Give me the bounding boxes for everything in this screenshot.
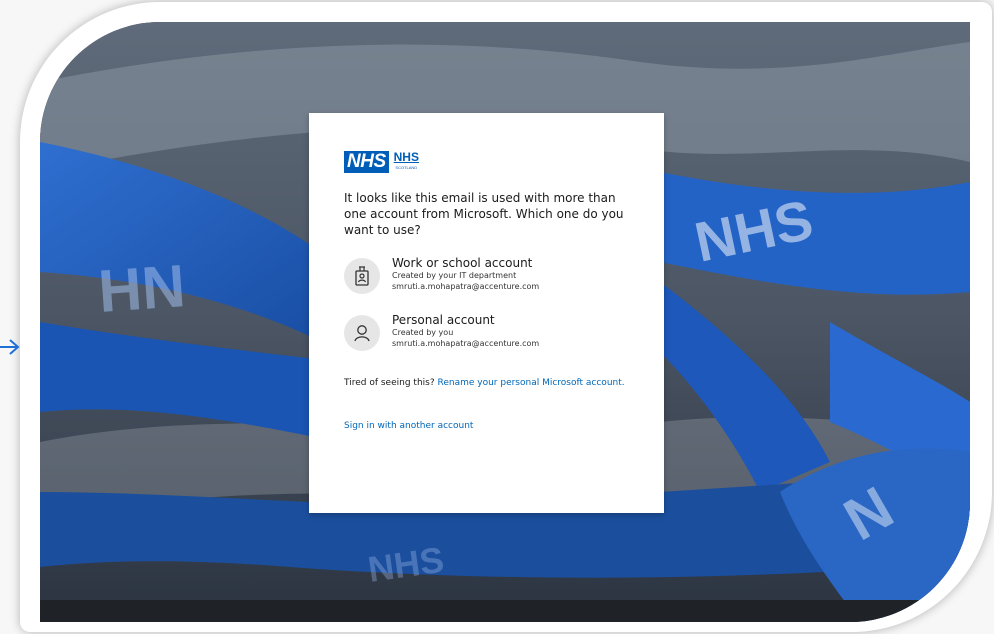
nhs-scotland-logo: NHS SCOTLAND	[394, 151, 419, 171]
work-account-option[interactable]: Work or school account Created by your I…	[344, 256, 634, 298]
work-account-subtitle: Created by your IT department	[392, 271, 517, 280]
personal-account-subtitle: Created by you	[392, 328, 454, 337]
account-question: It looks like this email is used with mo…	[344, 191, 624, 237]
personal-account-option[interactable]: Personal account Created by you smruti.a…	[344, 313, 634, 355]
svg-text:HN: HN	[96, 252, 187, 325]
nhs-scotland-subtitle: SCOTLAND	[395, 165, 418, 170]
tired-text: Tired of seeing this?	[344, 378, 438, 388]
work-account-email: smruti.a.mohapatra@accenture.com	[392, 282, 540, 291]
rename-account-link[interactable]: Rename your personal Microsoft account.	[437, 378, 624, 388]
personal-account-email: smruti.a.mohapatra@accenture.com	[392, 339, 540, 348]
account-picker-card: NHS NHS SCOTLAND It looks like this emai…	[309, 113, 664, 513]
nhs-scotland-title: NHS	[393, 150, 419, 164]
work-account-name: Work or school account	[392, 256, 533, 270]
person-icon	[344, 315, 380, 351]
bottom-bar	[40, 600, 970, 622]
rename-prompt: Tired of seeing this? Rename your person…	[344, 376, 634, 390]
id-badge-icon	[344, 258, 380, 294]
personal-account-name: Personal account	[392, 313, 495, 327]
nhs-logos: NHS NHS SCOTLAND	[344, 151, 419, 175]
sign-in-another-account-link[interactable]: Sign in with another account	[344, 420, 473, 432]
nhs-logo: NHS	[344, 151, 389, 173]
right-arrow-icon	[0, 339, 20, 355]
